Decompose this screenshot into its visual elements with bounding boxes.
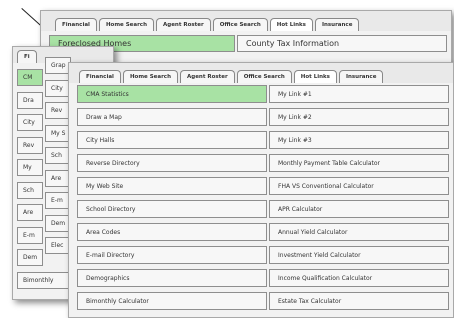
front-right-cell[interactable]: Monthly Payment Table Calculator [269, 154, 449, 172]
front-tab-agent-roster[interactable]: Agent Roster [180, 70, 235, 83]
middle-left-cell[interactable]: Rev [17, 136, 43, 154]
front-left-cell[interactable]: My Web Site [77, 177, 267, 195]
middle-left-cell[interactable]: City [17, 114, 43, 131]
front-right-cell[interactable]: Estate Tax Calculator [269, 292, 449, 310]
back-tab-agent-roster[interactable]: Agent Roster [156, 18, 211, 31]
middle-tab-financial[interactable]: Fi [17, 50, 37, 63]
front-right-cell[interactable]: My Link #2 [269, 108, 449, 126]
front-tab-hot-links[interactable]: Hot Links [293, 70, 337, 83]
middle-left-cell[interactable]: E-m [17, 226, 43, 244]
middle-left-cell[interactable]: Sch [17, 181, 43, 199]
front-left-cell[interactable]: Demographics [77, 269, 267, 287]
front-tab-bar: Financial Home Search Agent Roster Offic… [69, 63, 453, 83]
back-tab-bar: Financial Home Search Agent Roster Offic… [41, 11, 451, 31]
front-tab-insurance[interactable]: Insurance [338, 70, 384, 83]
front-right-cell[interactable]: APR Calculator [269, 200, 449, 218]
middle-left-cell[interactable]: CM [17, 69, 43, 86]
middle-left-cell[interactable]: Dem [17, 249, 43, 266]
back-tab-financial[interactable]: Financial [55, 18, 97, 31]
front-right-cell[interactable]: Investment Yield Calculator [269, 246, 449, 264]
front-tab-office-search[interactable]: Office Search [236, 70, 292, 83]
front-left-cell[interactable]: Draw a Map [77, 108, 267, 126]
back-tab-insurance[interactable]: Insurance [314, 18, 360, 31]
front-left-cell[interactable]: City Halls [77, 131, 267, 149]
front-tab-home-search[interactable]: Home Search [122, 70, 178, 83]
middle-left-cell[interactable]: My [17, 159, 43, 176]
back-cell-county-tax[interactable]: County Tax Information [237, 35, 447, 52]
front-right-cell[interactable]: My Link #3 [269, 131, 449, 149]
front-left-cell[interactable]: CMA Statistics [77, 85, 267, 103]
front-left-cell[interactable]: Bimonthly Calculator [77, 292, 267, 310]
front-left-cell[interactable]: Area Codes [77, 223, 267, 241]
front-right-cell[interactable]: Annual Yield Calculator [269, 223, 449, 241]
back-tab-office-search[interactable]: Office Search [212, 18, 268, 31]
front-panel: Financial Home Search Agent Roster Offic… [68, 62, 454, 318]
back-tab-home-search[interactable]: Home Search [98, 18, 154, 31]
front-left-cell[interactable]: School Directory [77, 200, 267, 218]
front-tab-financial[interactable]: Financial [79, 70, 121, 83]
front-left-cell[interactable]: Reverse Directory [77, 154, 267, 172]
front-left-cell[interactable]: E-mail Directory [77, 246, 267, 264]
front-right-cell[interactable]: My Link #1 [269, 85, 449, 103]
middle-left-cell[interactable]: Dra [17, 91, 43, 109]
middle-left-cell[interactable]: Are [17, 204, 43, 221]
front-right-cell[interactable]: Income Qualification Calculator [269, 269, 449, 287]
back-tab-hot-links[interactable]: Hot Links [269, 18, 313, 31]
front-right-cell[interactable]: FHA VS Conventional Calculator [269, 177, 449, 195]
